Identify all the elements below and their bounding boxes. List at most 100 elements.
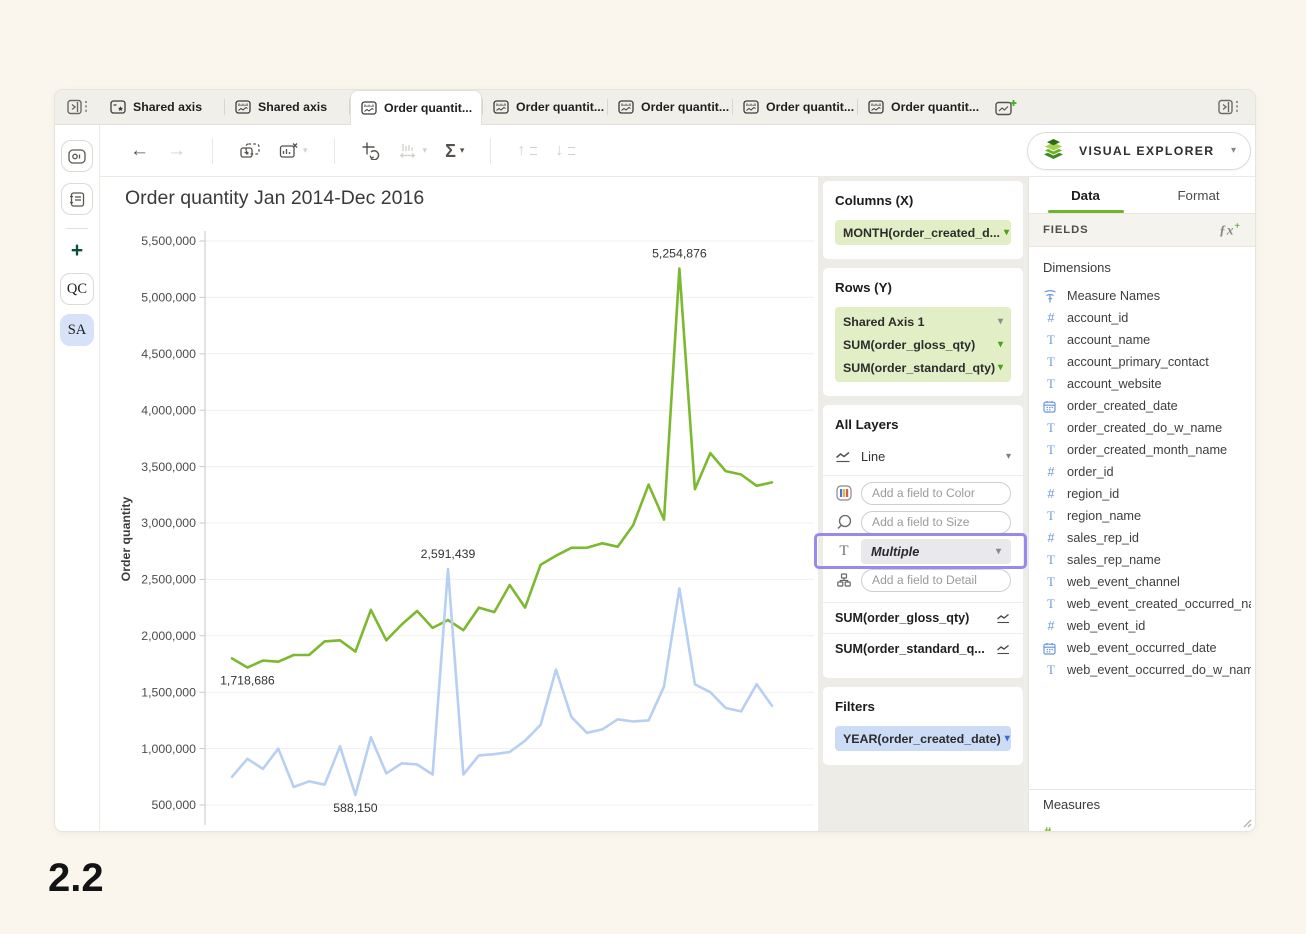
- layer-row-standard[interactable]: SUM(order_standard_q...: [823, 633, 1023, 664]
- shared-axis-header[interactable]: Shared Axis 1 ▾: [835, 310, 1011, 333]
- pill-year-order-created-date[interactable]: YEAR(order_created_date) ▾: [835, 726, 1011, 751]
- aggregate-sigma-button[interactable]: Σ ▾: [445, 142, 464, 160]
- field-item-region-name[interactable]: Tregion_name: [1043, 505, 1251, 527]
- pill-label: SUM(order_gloss_qty): [843, 338, 975, 352]
- field-label: order_created_do_w_name: [1067, 421, 1222, 435]
- field-item-web-event-occurred-do-w-name[interactable]: Tweb_event_occurred_do_w_name: [1043, 659, 1251, 681]
- new-worksheet-button[interactable]: [982, 90, 1030, 124]
- field-item-web-event-created-occurred-na-[interactable]: Tweb_event_created_occurred_na...: [1043, 593, 1251, 615]
- field-item-order-created-date[interactable]: order_created_date: [1043, 395, 1251, 417]
- text-field-icon: T: [1043, 421, 1059, 436]
- redo-button[interactable]: →: [167, 141, 186, 160]
- sidebar-divider: [66, 228, 88, 229]
- add-layer-button[interactable]: [239, 142, 261, 160]
- pill-month-order-created-date[interactable]: MONTH(order_created_d... ▾: [835, 220, 1011, 245]
- add-calculated-field-button[interactable]: ƒx+: [1219, 221, 1241, 239]
- field-item-web-event-channel[interactable]: Tweb_event_channel: [1043, 571, 1251, 593]
- panel-resize-handle[interactable]: [1241, 817, 1252, 828]
- sparkline-icon: [996, 644, 1011, 655]
- sidebar-item-sa[interactable]: SA: [60, 314, 94, 346]
- detail-field-input[interactable]: Add a field to Detail: [861, 569, 1011, 592]
- screen: { "window": { "version_label": "2.2" }, …: [0, 0, 1306, 934]
- worksheet-tab-5[interactable]: Order quantit...: [733, 90, 857, 124]
- series-line-1[interactable]: [232, 569, 772, 795]
- worksheet-tab-0[interactable]: Shared axis: [100, 90, 224, 124]
- text-field-icon: T: [1043, 553, 1059, 568]
- svg-text:5,500,000: 5,500,000: [141, 234, 196, 248]
- field-item-order-created-month-name[interactable]: Torder_created_month_name: [1043, 439, 1251, 461]
- data-panel: Data Format FIELDS ƒx+ Dimensions Measur…: [1028, 177, 1255, 831]
- svg-text:1,000,000: 1,000,000: [141, 742, 196, 756]
- layer-row-gloss[interactable]: SUM(order_gloss_qty): [823, 602, 1023, 633]
- text-icon: T: [835, 543, 853, 560]
- chart-sheet-icon: [493, 100, 509, 114]
- field-item-web-event-id[interactable]: #web_event_id: [1043, 615, 1251, 637]
- svg-text:3,000,000: 3,000,000: [141, 516, 196, 530]
- remove-layer-button[interactable]: ▾: [279, 142, 308, 159]
- pill-sum-order-gloss-qty[interactable]: SUM(order_gloss_qty) ▾: [835, 333, 1011, 356]
- fields-section-header: FIELDS ƒx+: [1029, 214, 1255, 247]
- field-item-order-id[interactable]: #order_id: [1043, 461, 1251, 483]
- field-item-account-website[interactable]: Taccount_website: [1043, 373, 1251, 395]
- worksheet-tab-1[interactable]: Shared axis: [225, 90, 349, 124]
- data-point-label: 588,150: [333, 801, 378, 815]
- screen-recording-button[interactable]: [61, 140, 93, 172]
- tab-menu-icon[interactable]: ⋮: [479, 100, 482, 116]
- chart-sheet-icon: [743, 100, 759, 114]
- chart-area: Order quantity Jan 2014-Dec 2016 5,500,0…: [100, 177, 818, 831]
- field-item-sales-rep-id[interactable]: #sales_rep_id: [1043, 527, 1251, 549]
- text-field-icon: T: [1043, 663, 1059, 678]
- layer-row-label: SUM(order_standard_q...: [835, 642, 985, 656]
- visual-explorer-menu-button[interactable]: VISUAL EXPLORER ▾: [1027, 132, 1251, 170]
- field-item-order-created-do-w-name[interactable]: Torder_created_do_w_name: [1043, 417, 1251, 439]
- worksheet-tab-2[interactable]: Order quantit... ⋮: [350, 90, 482, 125]
- fx-icon: ƒx: [1219, 223, 1234, 238]
- field-item-account-name[interactable]: Taccount_name: [1043, 329, 1251, 351]
- field-item-measure-names[interactable]: Measure Names: [1043, 285, 1251, 307]
- worksheet-tab-6[interactable]: Order quantit...: [858, 90, 982, 124]
- sort-descending-button[interactable]: ↓: [555, 143, 575, 159]
- collapse-right-panel-icon[interactable]: [1203, 90, 1255, 124]
- tab-label: Order quantit...: [516, 100, 604, 114]
- sort-ascending-button[interactable]: ↑: [517, 143, 537, 159]
- chevron-down-icon: ▾: [1006, 451, 1011, 462]
- series-line-0[interactable]: [232, 269, 772, 668]
- chevron-down-icon: ▾: [460, 145, 465, 156]
- pill-sum-order-standard-qty[interactable]: SUM(order_standard_qty) ▾: [835, 356, 1011, 379]
- tab-format[interactable]: Format: [1142, 177, 1255, 213]
- text-field-icon: T: [1043, 333, 1059, 348]
- calendar-icon: [1043, 642, 1059, 655]
- toolbar-divider: [212, 138, 213, 164]
- field-item-account-id[interactable]: #account_id: [1043, 307, 1251, 329]
- field-label: web_event_id: [1067, 619, 1145, 633]
- field-item-account-primary-contact[interactable]: Taccount_primary_contact: [1043, 351, 1251, 373]
- field-item-web-event-occurred-date[interactable]: web_event_occurred_date: [1043, 637, 1251, 659]
- field-label: account_website: [1067, 377, 1162, 391]
- field-item-sales-rep-name[interactable]: Tsales_rep_name: [1043, 549, 1251, 571]
- dimensions-list: Measure Names#account_idTaccount_nameTac…: [1043, 285, 1251, 681]
- text-field-dropdown[interactable]: Multiple ▾: [861, 539, 1011, 564]
- collapse-left-panel-icon[interactable]: [55, 90, 100, 124]
- sidebar-item-qc[interactable]: QC: [60, 273, 94, 305]
- undo-button[interactable]: ←: [130, 141, 149, 160]
- field-label: order_id: [1067, 465, 1114, 479]
- field-item-region-id[interactable]: #region_id: [1043, 483, 1251, 505]
- swap-axes-button[interactable]: [361, 141, 381, 160]
- color-field-input[interactable]: Add a field to Color: [861, 482, 1011, 505]
- fields-header-label: FIELDS: [1043, 224, 1089, 236]
- notebook-button[interactable]: [61, 183, 93, 215]
- shelf-panel: Columns (X) MONTH(order_created_d... ▾ R…: [818, 177, 1028, 831]
- tab-data[interactable]: Data: [1029, 177, 1142, 213]
- field-label: web_event_created_occurred_na...: [1067, 597, 1251, 611]
- mark-type-dropdown[interactable]: Line ▾: [823, 444, 1023, 476]
- add-item-button[interactable]: +: [71, 239, 83, 265]
- fit-axes-button[interactable]: ▾: [399, 142, 428, 160]
- size-field-input[interactable]: Add a field to Size: [861, 511, 1011, 534]
- story-sheet-icon: [110, 100, 126, 114]
- tab-label: Order quantit...: [384, 101, 472, 115]
- worksheet-tab-3[interactable]: Order quantit...: [483, 90, 607, 124]
- chevron-down-icon: ▾: [303, 145, 308, 156]
- svg-text:4,000,000: 4,000,000: [141, 403, 196, 417]
- worksheet-tab-4[interactable]: Order quantit...: [608, 90, 732, 124]
- data-point-label: 1,718,686: [220, 674, 275, 688]
